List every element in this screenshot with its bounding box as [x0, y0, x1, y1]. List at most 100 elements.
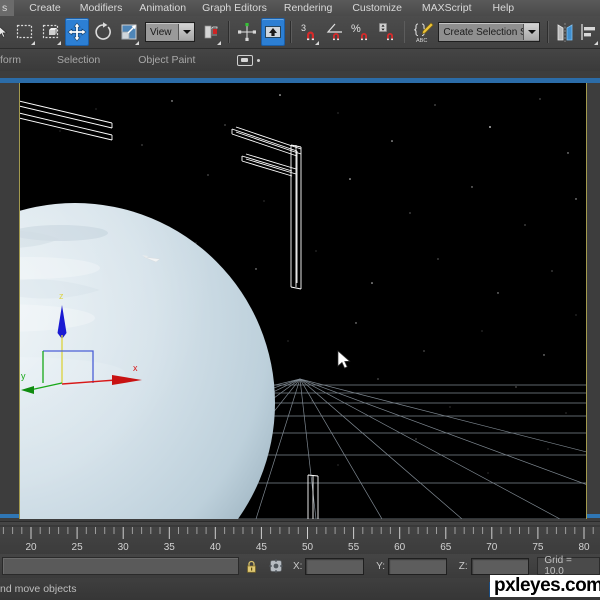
- flyout-corner-marker: [314, 41, 319, 45]
- mirror-button[interactable]: [554, 18, 576, 46]
- select-by-name-button[interactable]: [39, 18, 63, 46]
- main-toolbar: View 3 % ABC Create Selection: [0, 16, 600, 49]
- up-arrow-box-icon: [264, 26, 281, 38]
- use-center-flyout-button[interactable]: [199, 18, 223, 46]
- arrow-cursor-icon: [0, 26, 8, 38]
- select-object-button[interactable]: [0, 18, 11, 46]
- timeline-tick-label: 45: [256, 542, 268, 553]
- snaps-toggle-button[interactable]: 3: [297, 18, 321, 46]
- menu-create[interactable]: Create: [22, 0, 68, 16]
- angle-snap-toggle-button[interactable]: [323, 18, 347, 46]
- ribbon-tab-selection[interactable]: Selection: [57, 54, 100, 66]
- toolbar-separator: [289, 21, 292, 43]
- ribbon-tab-object-paint[interactable]: Object Paint: [138, 54, 195, 66]
- flyout-corner-marker: [135, 41, 139, 45]
- percent-magnet-icon: %: [351, 23, 367, 41]
- four-way-move-icon: [67, 22, 87, 42]
- flyout-corner-marker: [57, 41, 61, 45]
- reference-coordinate-system-dropdown[interactable]: View: [145, 22, 196, 42]
- align-icon: [581, 24, 595, 40]
- chevron-down-icon[interactable]: [178, 24, 195, 40]
- angle-magnet-icon: [326, 23, 342, 41]
- percent-snap-toggle-button[interactable]: %: [349, 18, 373, 46]
- y-coordinate-label: Y:: [376, 560, 386, 572]
- menu-tools-clipped[interactable]: s: [0, 0, 15, 16]
- absolute-relative-transform-toggle[interactable]: [266, 557, 285, 576]
- svg-text:3: 3: [301, 23, 306, 33]
- x-coordinate-field[interactable]: [305, 557, 365, 575]
- align-button[interactable]: [578, 18, 600, 46]
- chevron-down-icon[interactable]: [523, 24, 540, 40]
- timeline-tick-label: 65: [440, 542, 452, 553]
- timeline-tick-label: 70: [486, 542, 498, 553]
- z-coordinate-label: Z:: [458, 560, 468, 572]
- timeline-ticks: 20 25 30 35 40 45 50 55 60 65 70 75 80: [0, 525, 600, 553]
- menu-animation[interactable]: Animation: [132, 0, 193, 16]
- absolute-relative-transform-icon: [269, 559, 283, 573]
- snap-to-pivot-button[interactable]: [260, 18, 285, 46]
- edit-named-selections-button[interactable]: ABC: [410, 18, 436, 46]
- menu-customize[interactable]: Customize: [345, 0, 409, 16]
- select-and-rotate-button[interactable]: [91, 18, 115, 46]
- dashed-rectangle-icon: [16, 24, 33, 39]
- timeline-tick-label: 60: [394, 542, 406, 553]
- select-and-move-button[interactable]: [65, 18, 89, 46]
- timeline-ruler[interactable]: 20 25 30 35 40 45 50 55 60 65 70 75 80: [0, 521, 600, 556]
- timeline-tick-label: 20: [25, 542, 37, 553]
- select-and-scale-button[interactable]: [117, 18, 141, 46]
- menu-bar: s Create Modifiers Animation Graph Edito…: [0, 0, 600, 17]
- snap-3-magnet-icon: 3: [301, 23, 314, 41]
- toolbar-separator: [403, 21, 406, 43]
- spinner-snap-toggle-button[interactable]: [375, 18, 399, 46]
- gizmo-axis-y-label: y: [21, 371, 26, 381]
- mirror-icon: [557, 23, 573, 42]
- svg-text:%: %: [351, 23, 361, 35]
- menu-modifiers[interactable]: Modifiers: [73, 0, 130, 16]
- ribbon-bar: form Selection Object Paint: [0, 49, 600, 72]
- timeline-tick-label: 55: [348, 542, 360, 553]
- z-coordinate-field[interactable]: [470, 557, 530, 575]
- menu-maxscript[interactable]: MAXScript: [415, 0, 479, 16]
- dashed-box-cube-icon: [42, 24, 59, 39]
- 3dsmax-window: s Create Modifiers Animation Graph Edito…: [0, 0, 600, 600]
- menu-rendering[interactable]: Rendering: [277, 0, 339, 16]
- perspective-viewport[interactable]: z y x: [19, 83, 587, 519]
- reference-coordinate-system-value: View: [150, 26, 172, 38]
- flyout-corner-marker: [217, 41, 222, 45]
- named-selection-set-dropdown[interactable]: Create Selection Se: [438, 22, 541, 42]
- scale-arrow-icon: [121, 24, 137, 40]
- select-and-manipulate-button[interactable]: [235, 18, 259, 46]
- viewport-area: z y x: [0, 71, 600, 521]
- toolbar-separator: [228, 21, 230, 43]
- padlock-icon: [246, 560, 256, 573]
- timeline-tick-label: 80: [578, 542, 590, 553]
- x-coordinate-label: X:: [292, 560, 303, 572]
- ribbon-overflow-dot-icon: [257, 58, 261, 62]
- timeline-tick-label: 35: [164, 542, 176, 553]
- crosshair-manipulate-icon: [237, 23, 256, 41]
- grid-readout: Grid = 10.0: [537, 555, 600, 577]
- timeline-tick-label: 25: [72, 542, 84, 553]
- toolbar-separator: [547, 21, 549, 43]
- menu-graph-editors[interactable]: Graph Editors: [195, 0, 274, 16]
- pivot-center-icon: [204, 25, 218, 39]
- named-selection-set-value: Create Selection Se: [443, 26, 523, 38]
- gizmo-axis-z-label: z: [59, 291, 64, 301]
- panel-chip-icon: [237, 54, 254, 66]
- abc-pencil-icon: ABC: [414, 22, 434, 44]
- status-message: nd move objects: [0, 583, 77, 595]
- select-region-button[interactable]: [13, 18, 37, 46]
- y-coordinate-field[interactable]: [388, 557, 447, 575]
- timeline-tick-label: 30: [118, 542, 130, 553]
- flyout-corner-marker: [31, 41, 35, 45]
- circular-rotate-icon: [95, 22, 111, 40]
- pxleyes-watermark: pxleyes.com: [490, 575, 600, 597]
- prompt-message-box[interactable]: [2, 557, 239, 575]
- timeline-tick-label: 50: [302, 542, 314, 553]
- timeline-tick-label: 40: [210, 542, 222, 553]
- viewport-3d-scene[interactable]: z y x: [20, 83, 586, 519]
- ribbon-tab-transform-clipped[interactable]: form: [0, 54, 21, 66]
- menu-help[interactable]: Help: [486, 0, 522, 16]
- selection-lock-toggle[interactable]: [242, 557, 261, 576]
- ribbon-overflow-button[interactable]: [237, 54, 261, 66]
